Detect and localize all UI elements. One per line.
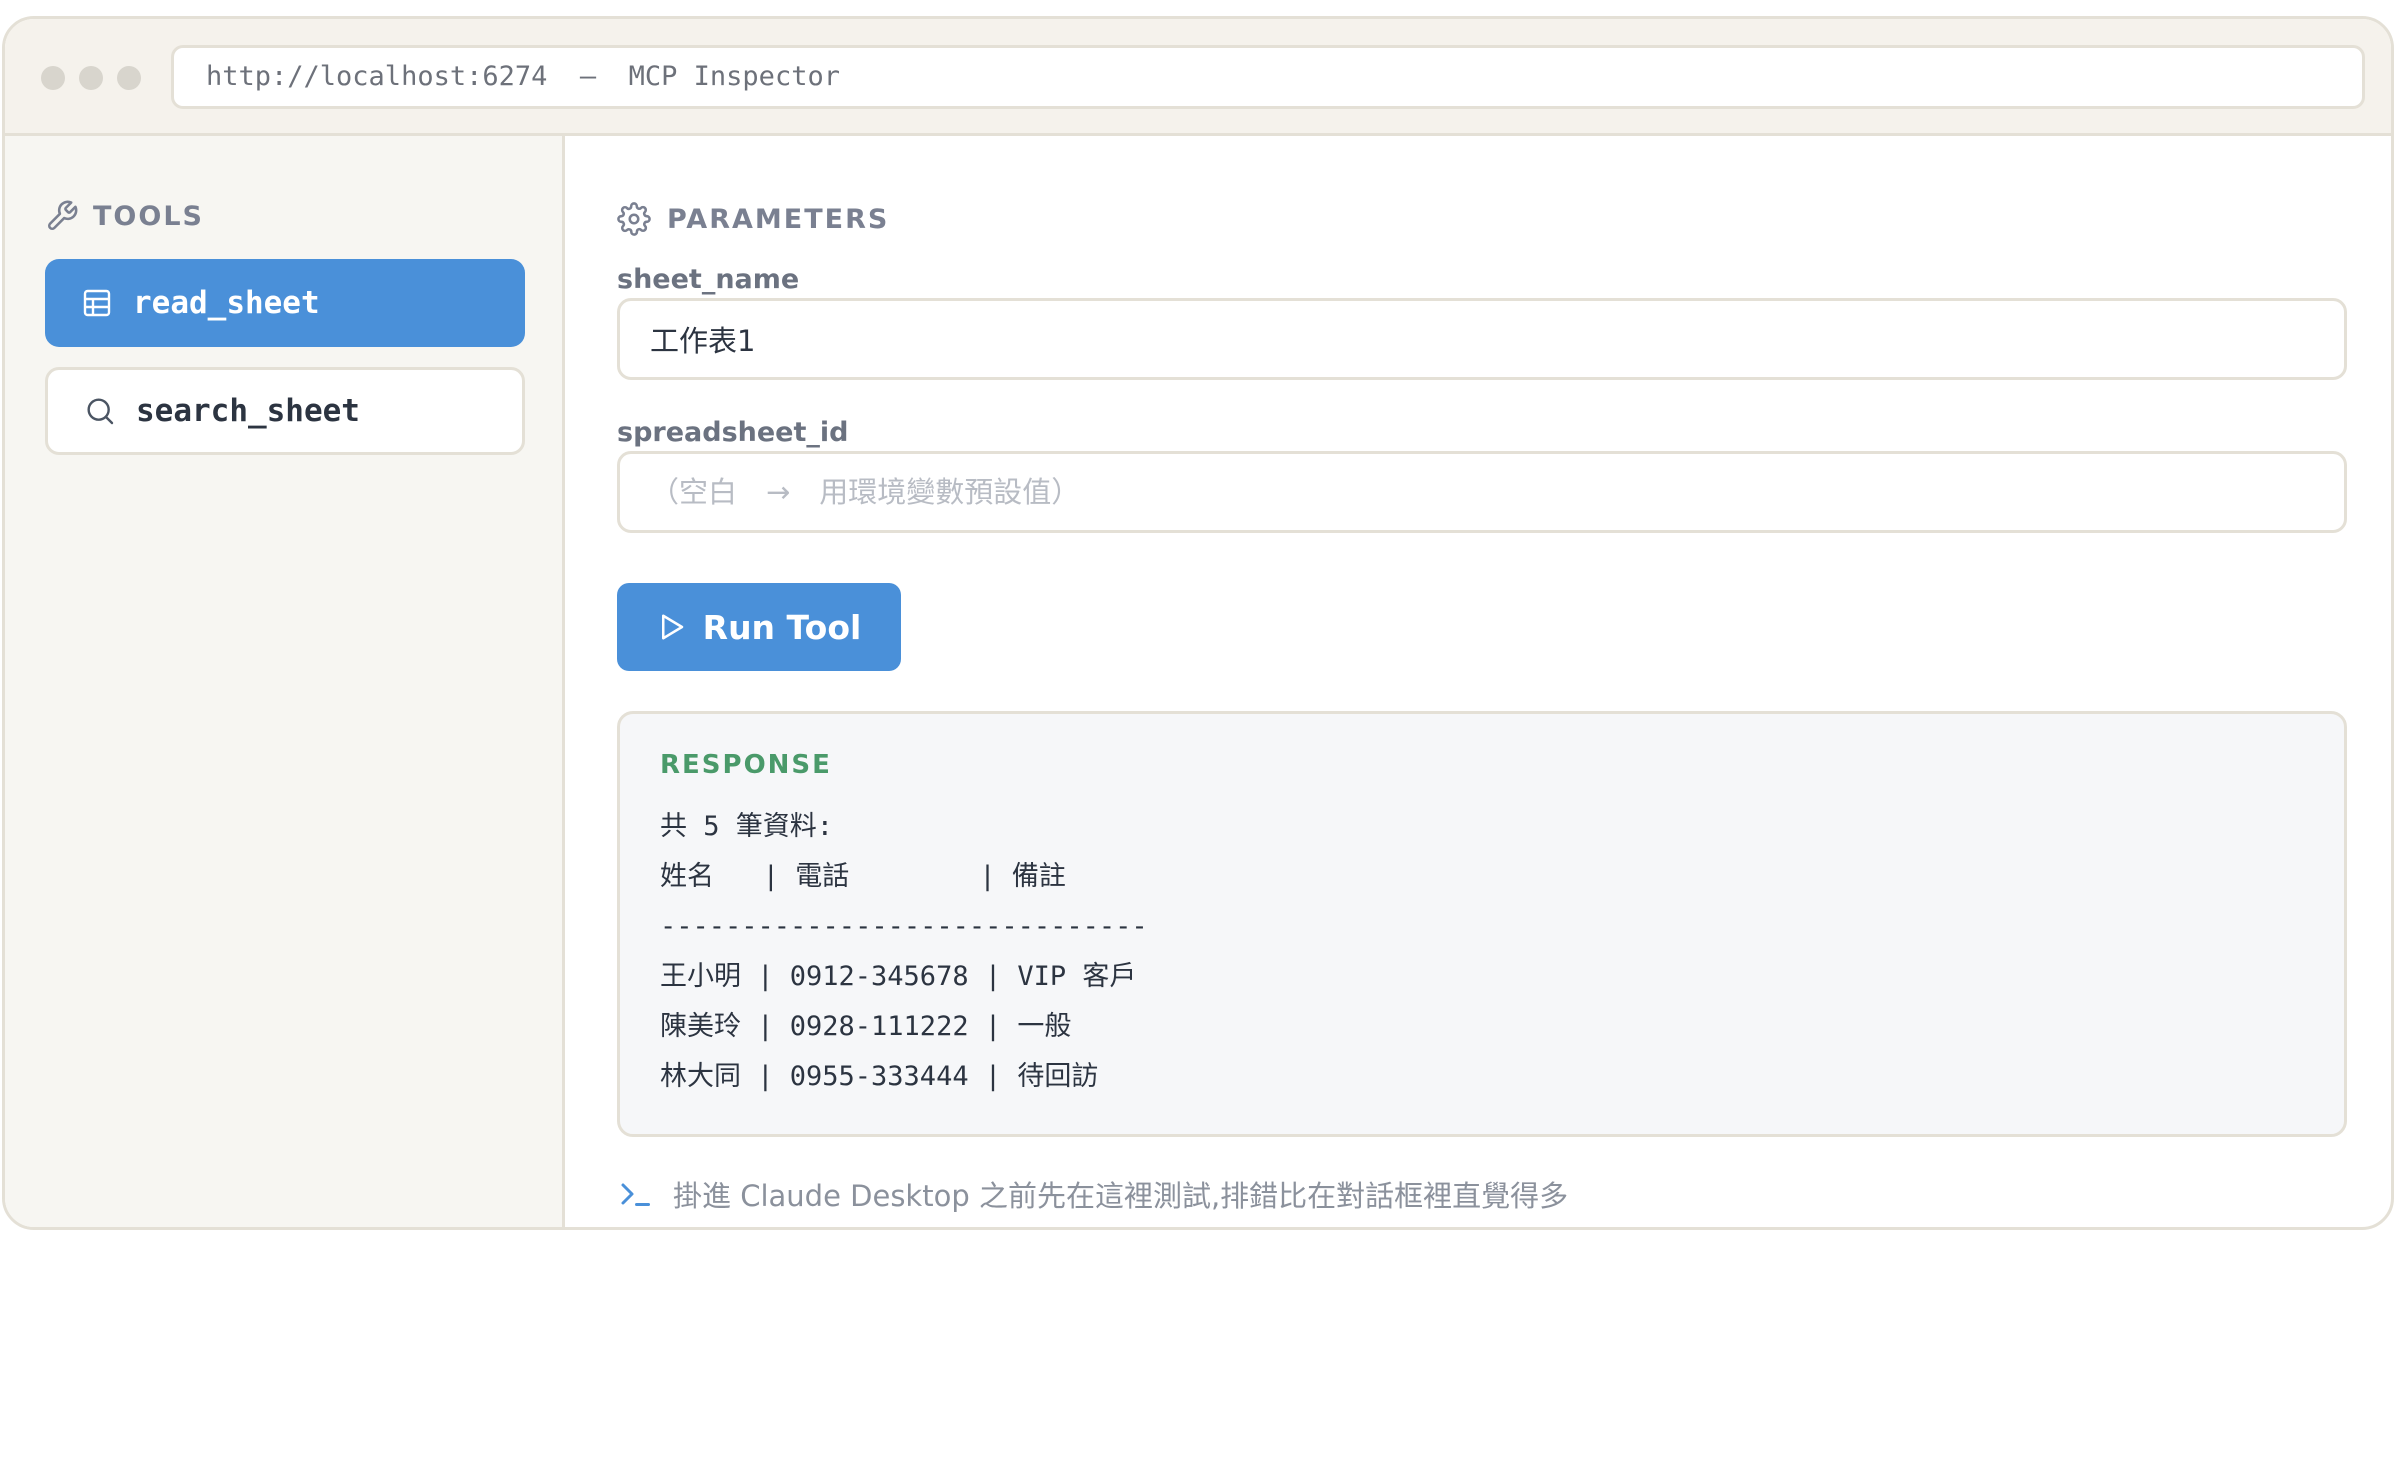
footer-tip: 掛進 Claude Desktop 之前先在這裡測試,排錯比在對話框裡直覺得多 (617, 1169, 1568, 1219)
spreadsheet-id-label: spreadsheet_id (617, 417, 849, 448)
parameters-heading-label: PARAMETERS (667, 203, 890, 235)
run-tool-button[interactable]: Run Tool (617, 583, 901, 671)
inspector-window: http://localhost:6274 — MCP Inspector TO… (2, 16, 2394, 1230)
terminal-icon (621, 1183, 650, 1206)
address-bar[interactable]: http://localhost:6274 — MCP Inspector (171, 45, 2365, 109)
tool-search-sheet[interactable]: search_sheet (45, 367, 525, 455)
tool-search-sheet-label: search_sheet (136, 393, 360, 429)
tool-read-sheet-label: read_sheet (133, 285, 320, 321)
response-panel: RESPONSE 共 5 筆資料: 姓名 | 電話 | 備註 ---------… (617, 711, 2347, 1137)
response-line: 王小明 | 0912-345678 | VIP 客戶 (660, 961, 1137, 992)
response-heading: RESPONSE (660, 750, 832, 780)
main-panel: PARAMETERS sheet_name spreadsheet_id Run… (565, 136, 2391, 1227)
sheet-name-label: sheet_name (617, 264, 800, 295)
window-close-dot[interactable] (41, 66, 65, 90)
response-line: 共 5 筆資料: (660, 811, 834, 842)
tools-sidebar: TOOLS read_sheet search_sheet (5, 136, 565, 1227)
tools-heading-label: TOOLS (93, 200, 204, 232)
sheet-name-input[interactable] (617, 298, 2347, 380)
response-output: 共 5 筆資料: 姓名 | 電話 | 備註 ------------------… (660, 802, 1148, 1102)
gear-icon (617, 202, 651, 236)
window-zoom-dot[interactable] (117, 66, 141, 90)
response-line: 林大同 | 0955-333444 | 待回訪 (660, 1061, 1099, 1092)
spreadsheet-id-input[interactable] (617, 451, 2347, 533)
play-icon (661, 614, 683, 640)
run-tool-label: Run Tool (702, 607, 862, 647)
tool-read-sheet[interactable]: read_sheet (45, 259, 525, 347)
footer-tip-text: 掛進 Claude Desktop 之前先在這裡測試,排錯比在對話框裡直覺得多 (673, 1179, 1569, 1213)
response-line: 陳美玲 | 0928-111222 | 一般 (660, 1011, 1072, 1042)
title-bar: http://localhost:6274 — MCP Inspector (5, 19, 2391, 136)
search-icon (87, 398, 114, 425)
parameters-heading: PARAMETERS (617, 199, 889, 239)
tools-heading: TOOLS (45, 196, 204, 236)
response-line: ------------------------------ (660, 911, 1148, 942)
wrench-icon (48, 200, 78, 230)
window-minimize-dot[interactable] (79, 66, 103, 90)
table-icon (83, 289, 111, 317)
response-line: 姓名 | 電話 | 備註 (660, 861, 1066, 892)
